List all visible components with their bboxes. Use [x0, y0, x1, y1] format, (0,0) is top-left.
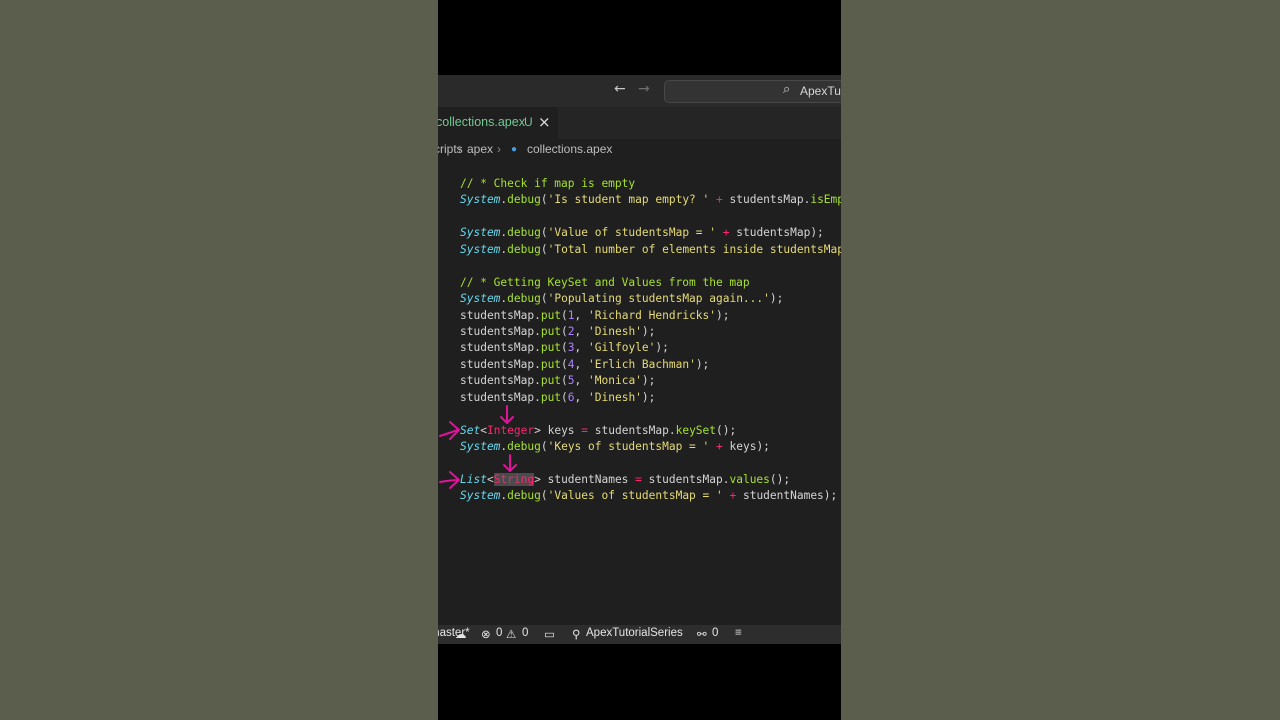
code-line: System.debug('Is student map empty? ' + … [460, 193, 841, 207]
code-line: studentsMap.put(6, 'Dinesh'); [460, 390, 656, 404]
breadcrumb: scripts › apex › ● collections.apex [438, 139, 841, 160]
code-line: // * Getting KeySet and Values from the … [460, 275, 750, 289]
layout-icon[interactable]: ▭ [544, 627, 555, 641]
tab-collections-apex[interactable]: collections.apex U × [438, 107, 558, 139]
tab-bar: collections.apex U × [438, 107, 841, 139]
tab-label: collections.apex [438, 115, 525, 129]
code-line: studentsMap.put(1, 'Richard Hendricks'); [460, 308, 730, 322]
chevron-right-icon: › [458, 142, 462, 156]
sync-icon[interactable]: ☁ [455, 627, 467, 641]
code-editor[interactable]: // * Check if map is empty System.debug('… [438, 160, 841, 625]
arrow-left-icon[interactable]: ← [614, 81, 626, 97]
code-line: studentsMap.put(5, 'Monica'); [460, 374, 656, 388]
breadcrumb-item-file[interactable]: collections.apex [527, 142, 612, 156]
code-line: studentsMap.put(4, 'Erlich Bachman'); [460, 357, 710, 371]
ports-count: 0 [712, 627, 719, 639]
left-backdrop [0, 0, 438, 720]
code-line: studentsMap.put(3, 'Gilfoyle'); [460, 341, 669, 355]
org-pin-icon[interactable]: ⚲ [572, 627, 580, 641]
code-line: List<String> studentNames = studentsMap.… [460, 472, 791, 486]
right-backdrop [841, 0, 1280, 720]
code-lines: // * Check if map is empty System.debug('… [460, 176, 841, 505]
search-text: ApexTutorialSeries [800, 84, 841, 98]
chevron-right-icon: › [497, 142, 501, 156]
breadcrumb-item-apex[interactable]: apex [467, 142, 493, 156]
error-icon[interactable]: ⊗ [481, 627, 491, 641]
code-line: studentsMap.put(2, 'Dinesh'); [460, 324, 656, 338]
code-line: // * Check if map is empty [460, 177, 636, 190]
error-count: 0 [496, 627, 503, 639]
search-icon: ⌕ [783, 82, 791, 97]
warning-count: 0 [522, 627, 529, 639]
code-line: System.debug('Values of studentsMap = ' … [460, 489, 838, 503]
code-line: Set<Integer> keys = studentsMap.keySet()… [460, 423, 737, 437]
arrow-right-icon[interactable]: → [638, 81, 650, 97]
project-name[interactable]: ApexTutorialSeries [586, 627, 683, 639]
video-frame: ← → ⌕ ApexTutorialSeries collections.ape… [438, 0, 841, 720]
code-line: System.debug('Populating studentsMap aga… [460, 292, 784, 306]
code-line: System.debug('Total number of elements i… [460, 242, 841, 256]
status-bar: master* ☁ ⊗ 0 ⚠ 0 ▭ ⚲ ApexTutorialSeries… [438, 625, 841, 644]
warning-icon[interactable]: ⚠ [506, 627, 516, 641]
title-bar: ← → ⌕ ApexTutorialSeries [438, 75, 841, 107]
close-icon[interactable]: × [538, 113, 551, 131]
command-center-search[interactable]: ⌕ ApexTutorialSeries [664, 80, 841, 103]
code-line: System.debug('Keys of studentsMap = ' + … [460, 440, 770, 453]
menu-icon[interactable]: ≡ [735, 627, 742, 639]
code-line: System.debug('Value of studentsMap = ' +… [460, 226, 824, 240]
ports-icon[interactable]: ⚯ [697, 627, 707, 641]
apex-file-icon: ● [511, 144, 518, 155]
untracked-badge: U [524, 115, 533, 129]
